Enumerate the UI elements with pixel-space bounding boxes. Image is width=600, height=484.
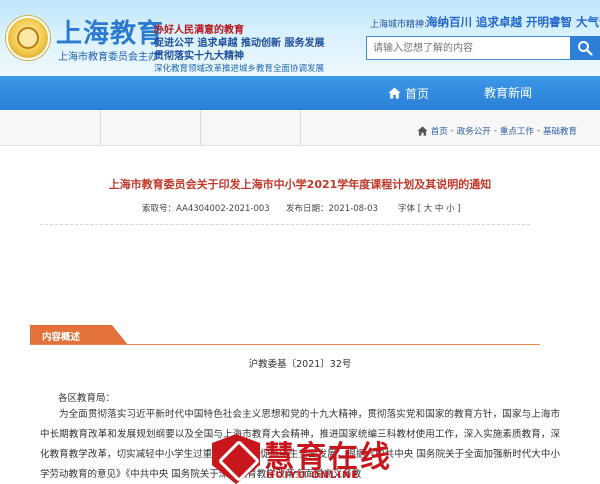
breadcrumb-key-work[interactable]: 重点工作 [500, 125, 534, 137]
brand-subtitle: 上海市教育委员会主办 [58, 52, 158, 63]
breadcrumb-home[interactable]: 首页 [431, 125, 448, 137]
search-input[interactable] [366, 36, 570, 60]
slogans: 办好人民满意的教育 促进公平 追求卓越 推动创新 服务发展 贯彻落实十九大精神 … [154, 24, 374, 76]
logo-badge-icon [6, 16, 50, 60]
section-tab: 内容概述 [30, 325, 128, 345]
document-number: 沪教委基〔2021〕32号 [248, 359, 352, 370]
brand-title[interactable]: 上海教育 [56, 13, 164, 50]
breadcrumb-separator: - [450, 126, 454, 136]
slogan-2: 促进公平 追求卓越 推动创新 服务发展 [154, 38, 325, 49]
section-underline [30, 344, 540, 345]
main-nav: 首页 教育新闻 [0, 76, 600, 110]
page: 上海教育 上海市教育委员会主办 办好人民满意的教育 促进公平 追求卓越 推动创新… [0, 0, 600, 484]
search-button[interactable] [570, 36, 600, 60]
watermark-shield-icon [212, 434, 260, 484]
slogan-4: 深化教育领域改革推进城乡教育全面协调发展 [154, 64, 325, 74]
font-size-switch[interactable]: 字体 [ 大 中 小 ] [398, 202, 461, 214]
slogan-1: 办好人民满意的教育 [154, 25, 244, 36]
slogan-3: 贯彻落实十九大精神 [154, 51, 244, 62]
watermark-en: HUIYU ONLINE [266, 470, 360, 481]
article-title: 上海市教育委员会关于印发上海市中小学2021学年度课程计划及其说明的通知 [108, 178, 492, 191]
breadcrumb-basic-education[interactable]: 基础教育 [543, 125, 577, 137]
publish-date: 发布日期：2021-08-03 [286, 204, 378, 214]
nav-home[interactable]: 首页 [388, 76, 429, 110]
breadcrumb-separator: - [493, 126, 497, 136]
search-icon [578, 41, 593, 56]
watermark-logo: 慧育在线 HUIYU ONLINE [212, 430, 600, 484]
tab-divider [300, 110, 301, 146]
site-header: 上海教育 上海市教育委员会主办 办好人民满意的教育 促进公平 追求卓越 推动创新… [0, 0, 600, 76]
tab-divider [200, 110, 201, 146]
breadcrumb-separator: - [536, 126, 540, 136]
breadcrumb: 首页 - 政务公开 - 重点工作 - 基础教育 [417, 125, 580, 137]
tab-divider [100, 110, 101, 146]
breadcrumb-gov-affairs[interactable]: 政务公开 [457, 125, 491, 137]
nav-home-label: 首页 [405, 86, 430, 101]
section-label: 内容概述 [42, 332, 81, 343]
home-icon [417, 126, 428, 136]
city-spirit-label: 上海城市精神: [370, 20, 428, 30]
home-icon [388, 87, 401, 99]
city-spirit-motto: 海纳百川 追求卓越 开明睿智 大气谦和 [426, 15, 600, 29]
nav-education-news[interactable]: 教育新闻 [484, 76, 532, 110]
divider [40, 224, 530, 225]
index-number: 索取号：AA4304002-2021-003 [142, 204, 270, 214]
greeting: 各区教育局： [58, 393, 116, 404]
